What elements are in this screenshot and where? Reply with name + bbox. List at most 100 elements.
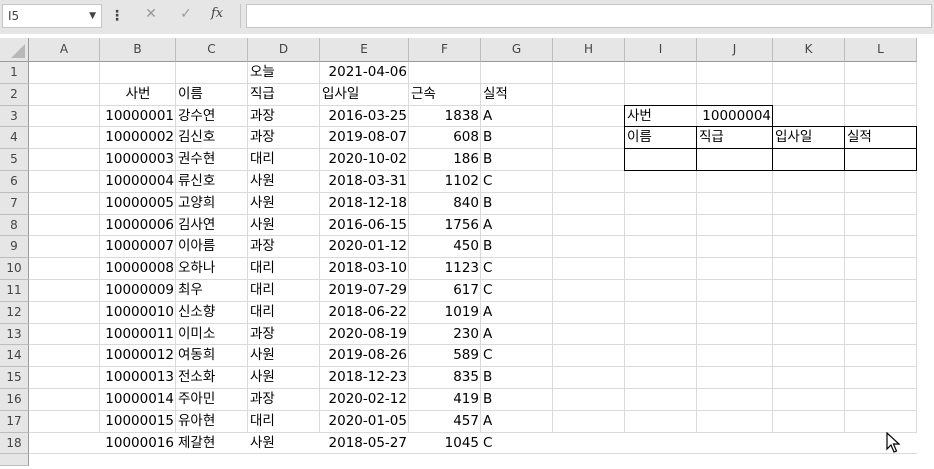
cell-employee-rank[interactable]: 사원 [248, 171, 320, 193]
cell-performance[interactable]: A [481, 324, 553, 346]
lookup-result-1[interactable] [625, 149, 697, 171]
row-header-17[interactable]: 17 [0, 410, 29, 433]
cell-performance[interactable]: A [481, 215, 553, 237]
cell-hire-date[interactable]: 2016-06-15 [320, 215, 409, 237]
cell-employee-name[interactable]: 이아름 [176, 236, 248, 258]
cell-employee-id[interactable]: 10000004 [100, 171, 176, 193]
cell-employee-rank[interactable]: 사원 [248, 367, 320, 389]
cell-tenure[interactable]: 450 [409, 236, 481, 258]
cell-performance[interactable]: C [481, 258, 553, 280]
cell-tenure[interactable]: 589 [409, 345, 481, 367]
row-header-3[interactable]: 3 [0, 105, 29, 128]
row-header-8[interactable]: 8 [0, 214, 29, 237]
cell-performance[interactable]: A [481, 106, 553, 128]
cell-performance[interactable]: C [481, 171, 553, 193]
lookup-header-4[interactable]: 실적 [845, 127, 917, 149]
column-header-l[interactable]: L [845, 38, 917, 62]
cell-hire-date[interactable]: 2018-12-23 [320, 367, 409, 389]
cell-performance[interactable]: B [481, 367, 553, 389]
cell-performance[interactable]: B [481, 149, 553, 171]
cell-employee-rank[interactable]: 사원 [248, 345, 320, 367]
cell-employee-id[interactable]: 10000011 [100, 324, 176, 346]
cell-employee-rank[interactable]: 대리 [248, 411, 320, 433]
lookup-header-2[interactable]: 직급 [697, 127, 773, 149]
row-header-16[interactable]: 16 [0, 389, 29, 411]
cell-performance[interactable]: C [481, 345, 553, 367]
column-header-i[interactable]: I [625, 38, 697, 62]
cell-employee-id[interactable]: 10000010 [100, 302, 176, 324]
cell-employee-id[interactable]: 10000016 [100, 433, 176, 455]
cell-tenure[interactable]: 608 [409, 127, 481, 149]
cell-header-rank[interactable]: 직급 [248, 84, 320, 106]
cell-header-performance[interactable]: 실적 [481, 84, 553, 106]
more-options-icon[interactable]: ⋮ [110, 8, 124, 24]
row-header-15[interactable]: 15 [0, 367, 29, 389]
cell-hire-date[interactable]: 2018-05-27 [320, 433, 409, 455]
cell-employee-rank[interactable]: 대리 [248, 258, 320, 280]
cell-employee-rank[interactable]: 과장 [248, 106, 320, 128]
cell-employee-name[interactable]: 주아민 [176, 389, 248, 411]
cell-performance[interactable]: B [481, 389, 553, 411]
column-header-a[interactable]: A [29, 38, 100, 62]
cell-employee-name[interactable]: 김신호 [176, 127, 248, 149]
row-header-6[interactable]: 6 [0, 171, 29, 193]
cell-employee-id[interactable]: 10000013 [100, 367, 176, 389]
name-box[interactable]: I5 ▼ [2, 4, 102, 28]
cell-performance[interactable]: B [481, 127, 553, 149]
row-header-13[interactable]: 13 [0, 323, 29, 346]
cell-tenure[interactable]: 1045 [409, 433, 481, 455]
column-header-h[interactable]: H [553, 38, 625, 62]
select-all-button[interactable] [0, 38, 29, 62]
cell-hire-date[interactable]: 2018-03-10 [320, 258, 409, 280]
row-header-1[interactable]: 1 [0, 62, 29, 84]
cell-tenure[interactable]: 419 [409, 389, 481, 411]
cell-employee-rank[interactable]: 사원 [248, 193, 320, 215]
row-header-5[interactable]: 5 [0, 149, 29, 171]
cell-header-hire-date[interactable]: 입사일 [320, 84, 409, 106]
cell-performance[interactable]: B [481, 236, 553, 258]
lookup-result-3[interactable] [773, 149, 845, 171]
cell-performance[interactable]: B [481, 193, 553, 215]
cell-employee-name[interactable]: 전소화 [176, 367, 248, 389]
cell-employee-id[interactable]: 10000001 [100, 106, 176, 128]
row-header-10[interactable]: 10 [0, 258, 29, 280]
lookup-header-1[interactable]: 이름 [625, 127, 697, 149]
cell-performance[interactable]: A [481, 411, 553, 433]
cell-performance[interactable]: A [481, 302, 553, 324]
cell-employee-name[interactable]: 제갈현 [176, 433, 248, 455]
cell-employee-name[interactable]: 오하나 [176, 258, 248, 280]
cell-hire-date[interactable]: 2018-06-22 [320, 302, 409, 324]
cell-employee-name[interactable]: 권수현 [176, 149, 248, 171]
cell-employee-name[interactable]: 여동희 [176, 345, 248, 367]
row-header-12[interactable]: 12 [0, 301, 29, 324]
cell-employee-name[interactable]: 류신호 [176, 171, 248, 193]
cell-employee-id[interactable]: 10000012 [100, 345, 176, 367]
cell-employee-rank[interactable]: 사원 [248, 215, 320, 237]
cell-hire-date[interactable]: 2018-12-18 [320, 193, 409, 215]
row-header-11[interactable]: 11 [0, 280, 29, 302]
column-header-f[interactable]: F [409, 38, 481, 62]
cell-tenure[interactable]: 1838 [409, 106, 481, 128]
cell-hire-date[interactable]: 2020-01-12 [320, 236, 409, 258]
cell-employee-id[interactable]: 10000002 [100, 127, 176, 149]
column-header-j[interactable]: J [697, 38, 773, 62]
cell-employee-rank[interactable]: 대리 [248, 149, 320, 171]
lookup-result-4[interactable] [845, 149, 917, 171]
cell-hire-date[interactable]: 2019-08-07 [320, 127, 409, 149]
cell-tenure[interactable]: 617 [409, 280, 481, 302]
row-header-2[interactable]: 2 [0, 83, 29, 106]
row-header-18[interactable]: 18 [0, 432, 29, 455]
cell-employee-id[interactable]: 10000006 [100, 215, 176, 237]
cell-employee-rank[interactable]: 과장 [248, 389, 320, 411]
cell-employee-id[interactable]: 10000007 [100, 236, 176, 258]
cell-tenure[interactable]: 835 [409, 367, 481, 389]
cell-employee-rank[interactable]: 과장 [248, 127, 320, 149]
cell-hire-date[interactable]: 2018-03-31 [320, 171, 409, 193]
cell-employee-rank[interactable]: 과장 [248, 236, 320, 258]
lookup-id-label[interactable]: 사번 [625, 106, 697, 128]
cell-today-label[interactable]: 오늘 [248, 62, 320, 84]
cell-employee-id[interactable]: 10000009 [100, 280, 176, 302]
lookup-id-value[interactable]: 10000004 [697, 106, 773, 128]
cell-hire-date[interactable]: 2020-02-12 [320, 389, 409, 411]
cell-employee-rank[interactable]: 대리 [248, 280, 320, 302]
